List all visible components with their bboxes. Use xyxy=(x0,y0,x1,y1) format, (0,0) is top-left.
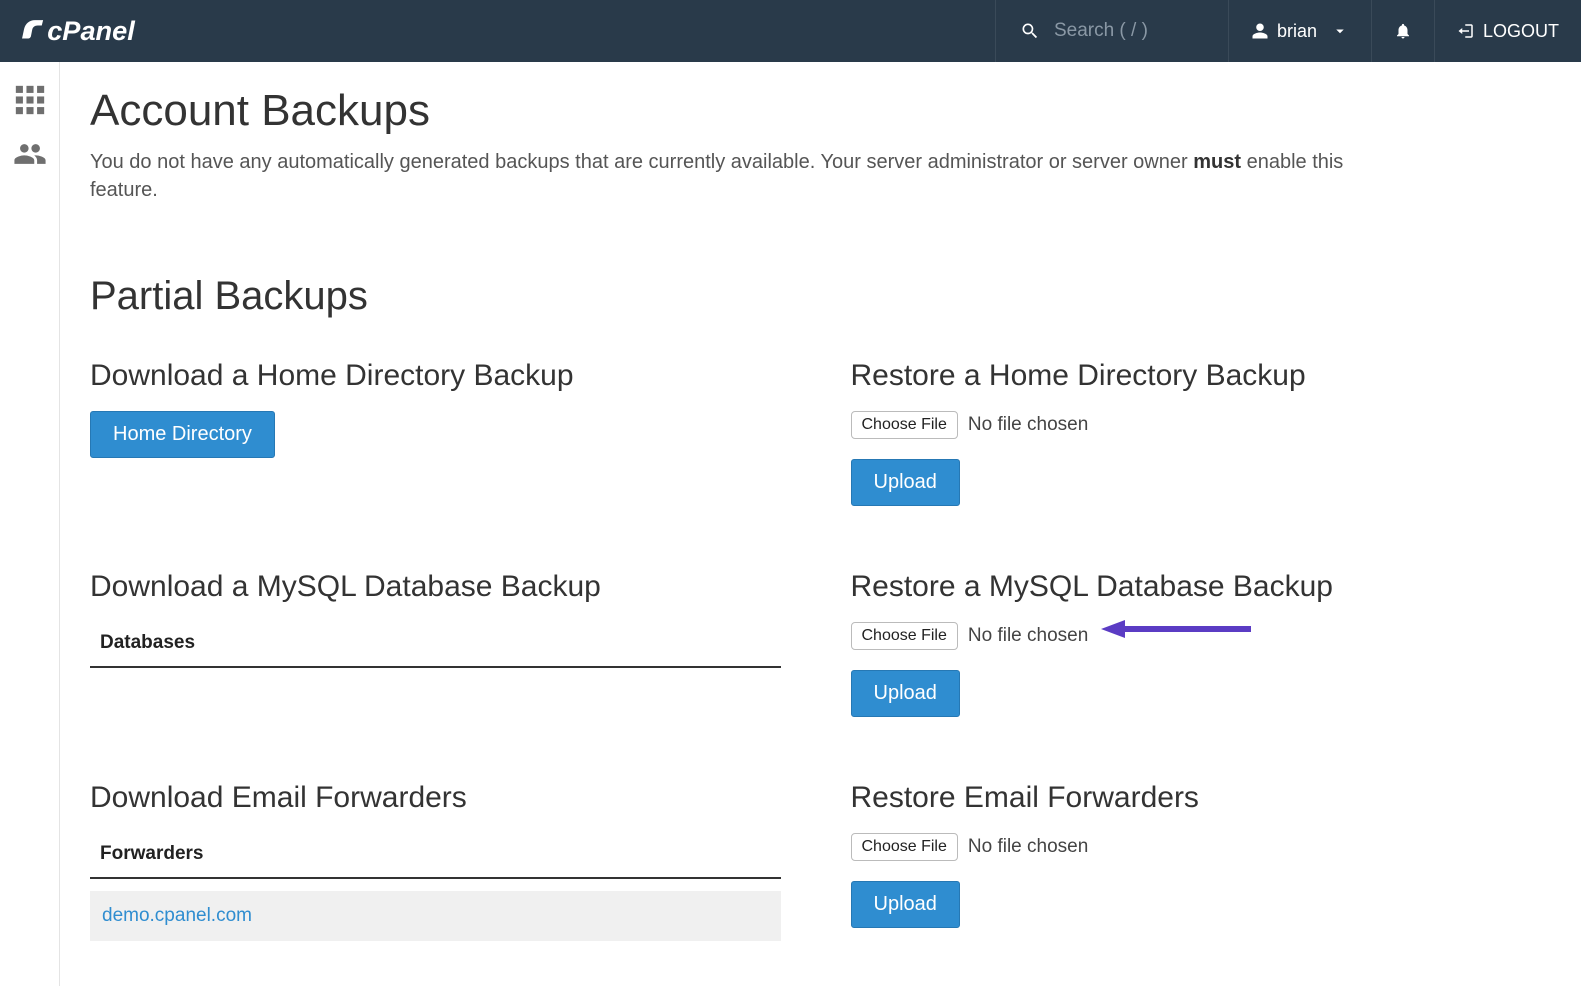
intro-text: You do not have any automatically genera… xyxy=(90,148,1390,204)
sidebar xyxy=(0,62,60,986)
home-directory-button[interactable]: Home Directory xyxy=(90,411,275,458)
sidebar-apps-button[interactable] xyxy=(10,80,50,120)
restore-mysql-section: Restore a MySQL Database Backup Choose F… xyxy=(851,570,1542,717)
restore-mysql-upload-button[interactable]: Upload xyxy=(851,670,960,717)
download-mysql-section: Download a MySQL Database Backup Databas… xyxy=(90,570,781,717)
restore-forwarders-choose-file[interactable]: Choose File xyxy=(851,833,958,861)
page-title: Account Backups xyxy=(90,86,1541,136)
intro-before: You do not have any automatically genera… xyxy=(90,151,1193,173)
download-forwarders-title: Download Email Forwarders xyxy=(90,781,781,815)
search-icon xyxy=(1020,21,1040,41)
restore-home-file-status: No file chosen xyxy=(968,414,1088,436)
main-content: Account Backups You do not have any auto… xyxy=(60,62,1581,986)
forwarder-link[interactable]: demo.cpanel.com xyxy=(102,905,252,926)
download-home-title: Download a Home Directory Backup xyxy=(90,359,781,393)
download-forwarders-section: Download Email Forwarders Forwarders dem… xyxy=(90,781,781,941)
restore-mysql-file-status: No file chosen xyxy=(968,625,1088,647)
restore-forwarders-title: Restore Email Forwarders xyxy=(851,781,1542,815)
restore-mysql-title: Restore a MySQL Database Backup xyxy=(851,570,1542,604)
download-mysql-title: Download a MySQL Database Backup xyxy=(90,570,781,604)
restore-home-title: Restore a Home Directory Backup xyxy=(851,359,1542,393)
user-menu[interactable]: brian xyxy=(1228,0,1371,62)
download-home-section: Download a Home Directory Backup Home Di… xyxy=(90,359,781,506)
restore-mysql-choose-file[interactable]: Choose File xyxy=(851,622,958,650)
top-header: cPanel brian LOGOUT xyxy=(0,0,1581,62)
bell-icon xyxy=(1394,22,1412,40)
restore-forwarders-upload-button[interactable]: Upload xyxy=(851,881,960,928)
sidebar-users-button[interactable] xyxy=(10,134,50,174)
users-icon xyxy=(13,137,47,171)
partial-backups-title: Partial Backups xyxy=(90,274,1541,319)
header-search[interactable] xyxy=(995,0,1228,62)
notifications-button[interactable] xyxy=(1371,0,1434,62)
restore-home-section: Restore a Home Directory Backup Choose F… xyxy=(851,359,1542,506)
restore-forwarders-file-status: No file chosen xyxy=(968,836,1088,858)
logout-label: LOGOUT xyxy=(1483,21,1559,42)
databases-heading: Databases xyxy=(90,622,781,668)
svg-text:cPanel: cPanel xyxy=(47,15,136,46)
cpanel-logo-icon: cPanel xyxy=(20,14,170,48)
user-icon xyxy=(1251,22,1269,40)
cpanel-logo[interactable]: cPanel xyxy=(0,14,190,48)
logout-button[interactable]: LOGOUT xyxy=(1434,0,1581,62)
forwarders-heading: Forwarders xyxy=(90,833,781,879)
restore-home-choose-file[interactable]: Choose File xyxy=(851,411,958,439)
logout-icon xyxy=(1457,22,1475,40)
restore-home-upload-button[interactable]: Upload xyxy=(851,459,960,506)
search-input[interactable] xyxy=(1054,20,1204,42)
grid-icon xyxy=(13,83,47,117)
forwarder-row: demo.cpanel.com xyxy=(90,891,781,941)
chevron-down-icon xyxy=(1331,22,1349,40)
username: brian xyxy=(1277,21,1317,42)
restore-forwarders-section: Restore Email Forwarders Choose File No … xyxy=(851,781,1542,941)
intro-bold: must xyxy=(1193,151,1241,173)
